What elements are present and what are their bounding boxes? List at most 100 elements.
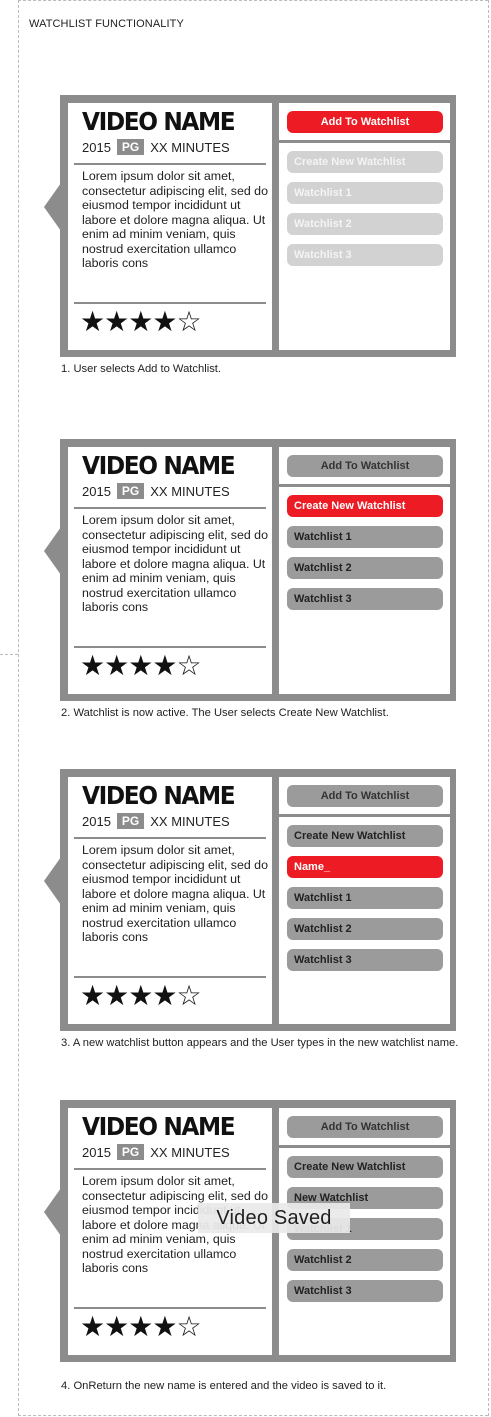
card-pointer bbox=[44, 857, 61, 905]
watchlist-item[interactable]: Watchlist 3 bbox=[287, 588, 443, 610]
video-year: 2015 bbox=[82, 1144, 111, 1160]
video-meta: 2015 PG XX MINUTES bbox=[82, 483, 230, 499]
rating-badge: PG bbox=[116, 139, 145, 155]
video-meta: 2015 PG XX MINUTES bbox=[82, 1144, 230, 1160]
video-card: VIDEO NAME 2015 PG XX MINUTES Lorem ipsu… bbox=[60, 95, 456, 357]
star-rating[interactable]: ★★★★☆ bbox=[80, 307, 202, 337]
divider bbox=[74, 1307, 266, 1309]
add-to-watchlist-button[interactable]: Add To Watchlist bbox=[287, 1116, 443, 1138]
watchlist-item[interactable]: Watchlist 3 bbox=[287, 244, 443, 266]
watchlist-item[interactable]: Watchlist 2 bbox=[287, 918, 443, 940]
add-to-watchlist-button[interactable]: Add To Watchlist bbox=[287, 785, 443, 807]
video-title: VIDEO NAME bbox=[82, 451, 236, 480]
step-caption: 1. User selects Add to Watchlist. bbox=[61, 363, 221, 375]
watchlist-list: Create New Watchlist Watchlist 1 Watchli… bbox=[287, 495, 443, 619]
star-filled-icon[interactable]: ★ bbox=[152, 307, 177, 337]
divider bbox=[279, 140, 450, 143]
divider bbox=[74, 646, 266, 648]
star-outline-icon[interactable]: ☆ bbox=[176, 981, 201, 1011]
star-filled-icon[interactable]: ★ bbox=[128, 1312, 153, 1342]
card-pointer bbox=[44, 1188, 61, 1236]
step-caption: 3. A new watchlist button appears and th… bbox=[61, 1037, 459, 1049]
create-new-watchlist-button[interactable]: Create New Watchlist bbox=[287, 1156, 443, 1178]
star-filled-icon[interactable]: ★ bbox=[128, 307, 153, 337]
card-pointer bbox=[44, 183, 61, 231]
divider bbox=[74, 837, 266, 839]
rating-badge: PG bbox=[116, 483, 145, 499]
video-description: Lorem ipsum dolor sit amet, consectetur … bbox=[82, 843, 268, 944]
star-filled-icon[interactable]: ★ bbox=[152, 651, 177, 681]
watchlist-panel: Add To Watchlist Create New Watchlist Na… bbox=[279, 777, 450, 1024]
divider bbox=[74, 976, 266, 978]
video-title: VIDEO NAME bbox=[82, 107, 236, 136]
star-filled-icon[interactable]: ★ bbox=[152, 1312, 177, 1342]
star-filled-icon[interactable]: ★ bbox=[104, 307, 129, 337]
watchlist-item[interactable]: Watchlist 2 bbox=[287, 557, 443, 579]
video-info-panel: VIDEO NAME 2015 PG XX MINUTES Lorem ipsu… bbox=[68, 103, 272, 350]
watchlist-item[interactable]: Watchlist 1 bbox=[287, 526, 443, 548]
video-duration: XX MINUTES bbox=[150, 1144, 230, 1160]
star-rating[interactable]: ★★★★☆ bbox=[80, 651, 202, 681]
star-filled-icon[interactable]: ★ bbox=[128, 651, 153, 681]
video-meta: 2015 PG XX MINUTES bbox=[82, 139, 230, 155]
watchlist-item[interactable]: Watchlist 1 bbox=[287, 182, 443, 204]
video-title: VIDEO NAME bbox=[82, 781, 236, 810]
video-year: 2015 bbox=[82, 483, 111, 499]
watchlist-item[interactable]: Watchlist 3 bbox=[287, 1280, 443, 1302]
step-caption: 4. OnReturn the new name is entered and … bbox=[61, 1380, 387, 1392]
divider bbox=[279, 1145, 450, 1148]
star-filled-icon[interactable]: ★ bbox=[80, 651, 105, 681]
video-card: VIDEO NAME 2015 PG XX MINUTES Lorem ipsu… bbox=[60, 1100, 456, 1362]
star-filled-icon[interactable]: ★ bbox=[80, 1312, 105, 1342]
card-pointer bbox=[44, 527, 61, 575]
star-filled-icon[interactable]: ★ bbox=[152, 981, 177, 1011]
video-duration: XX MINUTES bbox=[150, 483, 230, 499]
add-to-watchlist-button[interactable]: Add To Watchlist bbox=[287, 111, 443, 133]
add-to-watchlist-button[interactable]: Add To Watchlist bbox=[287, 455, 443, 477]
video-year: 2015 bbox=[82, 813, 111, 829]
star-filled-icon[interactable]: ★ bbox=[104, 1312, 129, 1342]
video-meta: 2015 PG XX MINUTES bbox=[82, 813, 230, 829]
create-new-watchlist-button[interactable]: Create New Watchlist bbox=[287, 151, 443, 173]
video-description: Lorem ipsum dolor sit amet, consectetur … bbox=[82, 169, 268, 270]
create-new-watchlist-button[interactable]: Create New Watchlist bbox=[287, 825, 443, 847]
watchlist-list: Create New Watchlist New Watchlist Watch… bbox=[287, 1156, 443, 1311]
watchlist-list: Create New Watchlist Name_ Watchlist 1 W… bbox=[287, 825, 443, 980]
watchlist-panel: Add To Watchlist Create New Watchlist Wa… bbox=[279, 103, 450, 350]
create-new-watchlist-button[interactable]: Create New Watchlist bbox=[287, 495, 443, 517]
watchlist-item[interactable]: Watchlist 2 bbox=[287, 1249, 443, 1271]
divider bbox=[74, 302, 266, 304]
step-caption: 2. Watchlist is now active. The User sel… bbox=[61, 707, 389, 719]
watchlist-item[interactable]: Watchlist 2 bbox=[287, 213, 443, 235]
new-watchlist-name-input[interactable]: Name_ bbox=[287, 856, 443, 878]
star-filled-icon[interactable]: ★ bbox=[80, 981, 105, 1011]
star-outline-icon[interactable]: ☆ bbox=[176, 1312, 201, 1342]
video-title: VIDEO NAME bbox=[82, 1112, 236, 1141]
watchlist-item[interactable]: Watchlist 3 bbox=[287, 949, 443, 971]
video-card: VIDEO NAME 2015 PG XX MINUTES Lorem ipsu… bbox=[60, 439, 456, 701]
star-rating[interactable]: ★★★★☆ bbox=[80, 981, 202, 1011]
star-filled-icon[interactable]: ★ bbox=[80, 307, 105, 337]
star-filled-icon[interactable]: ★ bbox=[128, 981, 153, 1011]
video-year: 2015 bbox=[82, 139, 111, 155]
divider bbox=[74, 163, 266, 165]
video-saved-toast: Video Saved bbox=[198, 1203, 350, 1233]
star-filled-icon[interactable]: ★ bbox=[104, 981, 129, 1011]
divider bbox=[74, 1168, 266, 1170]
divider bbox=[74, 507, 266, 509]
divider bbox=[279, 814, 450, 817]
video-info-panel: VIDEO NAME 2015 PG XX MINUTES Lorem ipsu… bbox=[68, 777, 272, 1024]
rating-badge: PG bbox=[116, 1144, 145, 1160]
divider bbox=[279, 484, 450, 487]
star-filled-icon[interactable]: ★ bbox=[104, 651, 129, 681]
video-card: VIDEO NAME 2015 PG XX MINUTES Lorem ipsu… bbox=[60, 769, 456, 1031]
star-outline-icon[interactable]: ☆ bbox=[176, 307, 201, 337]
watchlist-panel: Add To Watchlist Create New Watchlist Wa… bbox=[279, 447, 450, 694]
star-outline-icon[interactable]: ☆ bbox=[176, 651, 201, 681]
video-description: Lorem ipsum dolor sit amet, consectetur … bbox=[82, 513, 268, 614]
video-info-panel: VIDEO NAME 2015 PG XX MINUTES Lorem ipsu… bbox=[68, 447, 272, 694]
watchlist-item[interactable]: Watchlist 1 bbox=[287, 887, 443, 909]
page-title: WATCHLIST FUNCTIONALITY bbox=[29, 18, 184, 30]
star-rating[interactable]: ★★★★☆ bbox=[80, 1312, 202, 1342]
video-duration: XX MINUTES bbox=[150, 813, 230, 829]
